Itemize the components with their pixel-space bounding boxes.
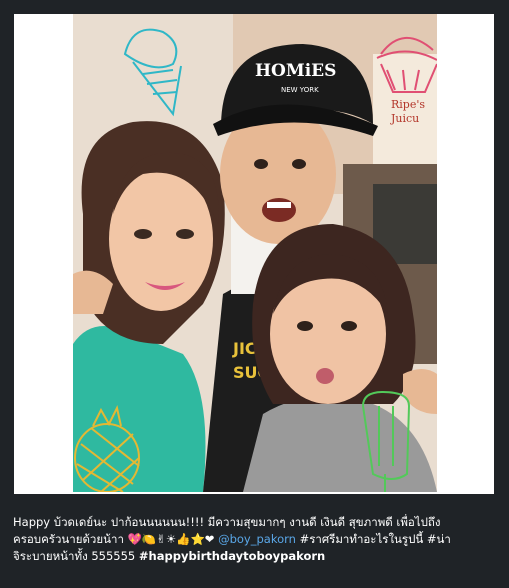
caption-text-2: ครอบครัวนายด้วยน้าา (13, 532, 128, 546)
hashtag-2[interactable]: #happybirthdaytoboypakorn (139, 549, 325, 563)
caption-line-3: จิระบายหน้าทั้ง 555555 #happybirthdaytob… (13, 548, 498, 565)
photo-illustration: Ripe's Juicu JICKA SUCK (73, 14, 437, 492)
caption-line-1: Happy บ้วดเดย์นะ ปาก้อนนนนนน!!!! มีความส… (13, 514, 498, 531)
post-frame: Ripe's Juicu JICKA SUCK (0, 0, 509, 588)
sign-text-1: Ripe's (391, 98, 425, 111)
caption-prefix: Happy (13, 515, 51, 529)
caption-emojis: 💖🍋✌☀👍⭐❤ (127, 532, 215, 546)
cap-text-2: NEW YORK (281, 86, 319, 94)
cap-text-1: HOMiES (255, 61, 336, 81)
sign-text-2: Juicu (390, 112, 419, 125)
post-caption: Happy บ้วดเดย์นะ ปาก้อนนนนนน!!!! มีความส… (13, 514, 498, 565)
caption-text-3: จิระบายหน้าทั้ง 555555 (13, 549, 139, 563)
mention-link[interactable]: @boy_pakorn (218, 532, 296, 546)
caption-text-1: บ้วดเดย์นะ ปาก้อนนนนนน!!!! มีความสุขมากๆ… (50, 515, 441, 529)
post-photo[interactable]: Ripe's Juicu JICKA SUCK (73, 14, 437, 492)
hashtag-1[interactable]: #ราศรีมาทำอะไรในรูปนี้ #น่า (300, 532, 451, 546)
caption-line-2: ครอบครัวนายด้วยน้าา 💖🍋✌☀👍⭐❤ @boy_pakorn … (13, 531, 498, 548)
